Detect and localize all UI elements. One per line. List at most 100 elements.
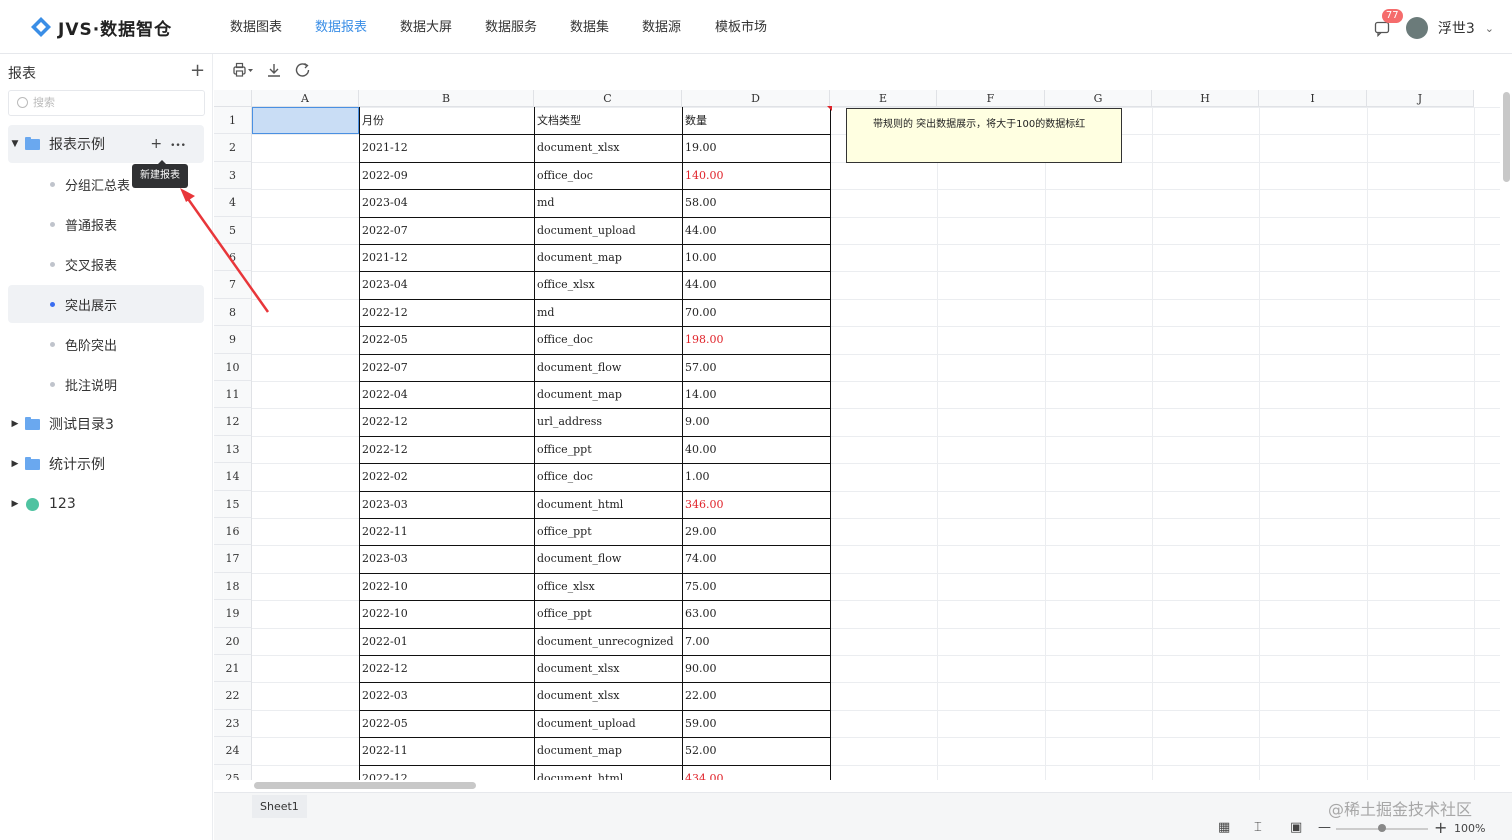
table-cell[interactable]: 1.00 — [682, 463, 830, 490]
avatar[interactable] — [1405, 17, 1428, 39]
table-cell[interactable]: 2021-12 — [359, 134, 534, 161]
row-header[interactable]: 25 — [214, 764, 252, 780]
table-cell[interactable]: 59.00 — [682, 710, 830, 737]
row-header[interactable]: 9 — [214, 326, 252, 354]
table-cell[interactable]: 2023-03 — [359, 545, 534, 572]
column-header-F[interactable]: F — [937, 90, 1045, 107]
table-cell[interactable]: 434.00 — [682, 765, 830, 780]
table-cell[interactable]: office_xlsx — [534, 573, 682, 600]
row-header[interactable]: 10 — [214, 353, 252, 381]
horizontal-scrollbar[interactable] — [254, 782, 476, 789]
table-cell[interactable]: 63.00 — [682, 600, 830, 627]
column-header-B[interactable]: B — [359, 90, 534, 107]
sheet-tab[interactable]: Sheet1 — [252, 795, 307, 819]
download-icon[interactable] — [266, 62, 282, 82]
table-cell[interactable]: 58.00 — [682, 189, 830, 216]
caret-right-icon[interactable]: ▶ — [8, 499, 22, 509]
table-cell[interactable]: 2022-05 — [359, 710, 534, 737]
table-cell[interactable]: document_html — [534, 491, 682, 518]
table-cell[interactable]: document_upload — [534, 217, 682, 244]
table-cell[interactable]: 2022-07 — [359, 354, 534, 381]
page-layout-view-icon[interactable]: ▣ — [1290, 820, 1302, 835]
page-break-view-icon[interactable]: ⌶ — [1254, 820, 1262, 835]
row-header[interactable]: 4 — [214, 189, 252, 217]
table-cell[interactable]: 2022-11 — [359, 518, 534, 545]
column-header-E[interactable]: E — [830, 90, 937, 107]
table-cell[interactable]: office_ppt — [534, 436, 682, 463]
normal-view-icon[interactable]: ▦ — [1218, 820, 1230, 835]
column-header-I[interactable]: I — [1259, 90, 1367, 107]
column-header-D[interactable]: D — [682, 90, 830, 107]
app-logo[interactable]: JVS·数据智仓 — [30, 13, 172, 41]
tree-item[interactable]: 突出展示 — [8, 285, 204, 323]
table-cell[interactable]: 14.00 — [682, 381, 830, 408]
header-cell[interactable]: 文档类型 — [534, 107, 682, 134]
table-cell[interactable]: 70.00 — [682, 299, 830, 326]
table-cell[interactable]: document_xlsx — [534, 134, 682, 161]
column-header-G[interactable]: G — [1045, 90, 1152, 107]
nav-item-1[interactable]: 数据报表 — [315, 0, 400, 54]
table-cell[interactable]: document_map — [534, 381, 682, 408]
printer-icon[interactable] — [232, 62, 254, 82]
caret-right-icon[interactable]: ▶ — [8, 459, 22, 469]
table-cell[interactable]: office_ppt — [534, 600, 682, 627]
table-cell[interactable]: 2023-04 — [359, 189, 534, 216]
add-icon[interactable]: + — [190, 60, 205, 81]
table-cell[interactable]: url_address — [534, 408, 682, 435]
table-cell[interactable]: 2022-11 — [359, 737, 534, 764]
header-cell[interactable]: 月份 — [359, 107, 534, 134]
caret-down-icon[interactable]: ▼ — [8, 139, 22, 149]
table-cell[interactable]: 9.00 — [682, 408, 830, 435]
row-header[interactable]: 11 — [214, 381, 252, 409]
table-cell[interactable]: 140.00 — [682, 162, 830, 189]
row-header[interactable]: 13 — [214, 435, 252, 464]
table-cell[interactable]: 19.00 — [682, 134, 830, 161]
row-header[interactable]: 23 — [214, 709, 252, 738]
refresh-icon[interactable] — [294, 62, 312, 82]
more-icon[interactable]: ••• — [170, 141, 186, 151]
table-cell[interactable]: office_doc — [534, 326, 682, 353]
table-cell[interactable]: document_flow — [534, 545, 682, 572]
table-cell[interactable]: 57.00 — [682, 354, 830, 381]
username[interactable]: 浮世3 — [1438, 18, 1475, 38]
tree-item[interactable]: 交叉报表 — [8, 245, 204, 283]
tree-item[interactable]: 普通报表 — [8, 205, 204, 243]
table-cell[interactable]: 2023-04 — [359, 271, 534, 298]
table-cell[interactable]: 2022-09 — [359, 162, 534, 189]
column-header-A[interactable]: A — [252, 90, 359, 107]
caret-right-icon[interactable]: ▶ — [8, 419, 22, 429]
tree-group-0[interactable]: ▼ 报表示例 + ••• — [8, 125, 204, 163]
row-header[interactable]: 22 — [214, 682, 252, 710]
table-cell[interactable]: document_html — [534, 765, 682, 780]
search-input[interactable]: 搜索 — [8, 90, 205, 116]
zoom-out-icon[interactable]: — — [1318, 820, 1331, 835]
message-icon[interactable]: 77 — [1374, 9, 1403, 39]
nav-item-0[interactable]: 数据图表 — [230, 0, 315, 54]
row-header[interactable]: 21 — [214, 655, 252, 683]
table-cell[interactable]: 22.00 — [682, 682, 830, 709]
spreadsheet-grid[interactable]: A B C D E F G H I J 1 2 3 4 5 6 7 8 9 10 11 12 13 14 15 16 17 18 19 2… — [214, 90, 1500, 780]
row-header[interactable]: 8 — [214, 298, 252, 327]
vertical-scrollbar[interactable] — [1503, 92, 1510, 182]
row-header[interactable]: 7 — [214, 271, 252, 299]
row-header[interactable]: 20 — [214, 627, 252, 655]
row-header[interactable]: 24 — [214, 737, 252, 765]
table-cell[interactable]: 29.00 — [682, 518, 830, 545]
table-cell[interactable]: 74.00 — [682, 545, 830, 572]
row-header[interactable]: 2 — [214, 134, 252, 162]
table-cell[interactable]: 2022-04 — [359, 381, 534, 408]
table-cell[interactable]: office_doc — [534, 162, 682, 189]
table-cell[interactable]: 346.00 — [682, 491, 830, 518]
nav-item-6[interactable]: 模板市场 — [715, 0, 795, 54]
row-header[interactable]: 19 — [214, 600, 252, 628]
table-cell[interactable]: 2022-12 — [359, 765, 534, 780]
table-cell[interactable]: document_map — [534, 737, 682, 764]
row-header[interactable]: 5 — [214, 216, 252, 244]
tree-item[interactable]: 色阶突出 — [8, 325, 204, 363]
row-header[interactable]: 3 — [214, 161, 252, 190]
table-cell[interactable]: 7.00 — [682, 628, 830, 655]
table-cell[interactable]: 2022-05 — [359, 326, 534, 353]
table-cell[interactable]: 2021-12 — [359, 244, 534, 271]
table-cell[interactable]: 198.00 — [682, 326, 830, 353]
table-cell[interactable]: 2022-01 — [359, 628, 534, 655]
